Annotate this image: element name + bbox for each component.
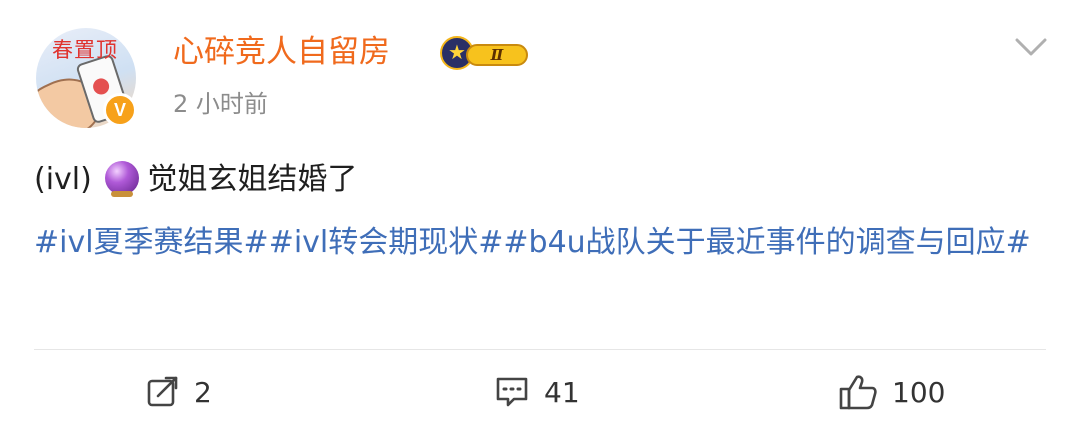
repost-button[interactable]: 2 bbox=[146, 372, 212, 412]
crystal-ball-icon bbox=[105, 161, 140, 197]
repost-icon bbox=[146, 375, 180, 409]
like-button[interactable]: 100 bbox=[838, 372, 945, 412]
comment-button[interactable]: 41 bbox=[494, 372, 580, 412]
post-time: 2 小时前 bbox=[173, 90, 268, 118]
verified-badge-icon: V bbox=[103, 93, 137, 127]
repost-count: 2 bbox=[194, 375, 212, 409]
topic-links[interactable]: #ivl夏季赛结果##ivl转会期现状##b4u战队关于最近事件的调查与回应# bbox=[34, 216, 1044, 270]
level-label: Ⅱ bbox=[466, 44, 528, 66]
like-count: 100 bbox=[892, 375, 946, 409]
post-text-body: 觉姐玄姐结婚了 bbox=[147, 162, 358, 197]
post-text-prefix: (ivl) bbox=[34, 162, 92, 197]
divider bbox=[34, 349, 1046, 350]
chevron-down-icon[interactable] bbox=[1014, 36, 1048, 58]
comment-count: 41 bbox=[544, 375, 580, 409]
author-name[interactable]: 心碎竞人自留房 bbox=[173, 32, 390, 72]
comment-icon bbox=[494, 374, 530, 410]
avatar-caption: 春置顶 bbox=[52, 38, 118, 62]
post-text: (ivl) 觉姐玄姐结婚了 bbox=[34, 160, 357, 200]
thumbs-up-icon bbox=[838, 373, 878, 411]
member-level-badge[interactable]: ★ Ⅱ bbox=[440, 36, 532, 70]
